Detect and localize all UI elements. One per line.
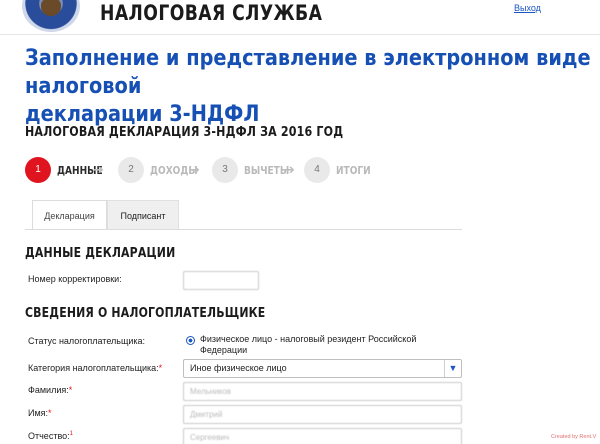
step-number: 2 (118, 157, 144, 183)
resident-radio-label: Физическое лицо - налоговый резидент Рос… (200, 334, 417, 355)
surname-label: Фамилия:* (28, 385, 73, 395)
taxpayer-category-value: Иное физическое лицо (190, 363, 287, 373)
taxpayer-status-label: Статус налогоплательщика: (28, 336, 146, 346)
credit-watermark: Created by Rent.V (551, 434, 597, 440)
name-label: Имя:* (28, 408, 52, 418)
logout-link[interactable]: Выход (514, 3, 541, 13)
site-title: НАЛОГОВАЯ СЛУЖБА (100, 1, 323, 25)
step-number: 3 (212, 157, 238, 183)
declaration-title: НАЛОГОВАЯ ДЕКЛАРАЦИЯ 3-НДФЛ ЗА 2016 ГОД (25, 124, 344, 140)
step-number: 1 (25, 157, 51, 183)
arrow-right-icon: ➔ (284, 162, 295, 177)
tab-declaration[interactable]: Декларация (32, 200, 107, 230)
name-input[interactable]: Дмитрий (183, 405, 462, 424)
step-number: 4 (304, 157, 330, 183)
surname-input[interactable]: Мельников (183, 382, 462, 401)
taxpayer-category-label: Категория налогоплательщика:* (28, 363, 163, 373)
section-declaration-data: ДАННЫЕ ДЕКЛАРАЦИИ (25, 246, 176, 261)
arrow-right-icon: ➔ (93, 162, 104, 177)
step-label: ИТОГИ (336, 164, 371, 177)
step-label: ВЫЧЕТЫ (244, 164, 290, 177)
taxpayer-category-select[interactable]: Иное физическое лицо ▼ (183, 359, 462, 378)
chevron-down-icon: ▼ (444, 360, 461, 377)
page-title: Заполнение и представление в электронном… (25, 45, 591, 127)
header-divider (0, 34, 600, 35)
patronymic-label: Отчество:1 (28, 431, 73, 441)
tax-service-emblem-icon (22, 0, 80, 32)
tabs-divider (25, 229, 462, 230)
patronymic-input[interactable]: Сергеевич (183, 428, 462, 444)
correction-number-label: Номер корректировки: (28, 274, 122, 284)
arrow-right-icon: ➔ (189, 162, 200, 177)
resident-radio[interactable] (186, 336, 195, 345)
tab-signatory[interactable]: Подписант (107, 200, 179, 230)
correction-number-input[interactable] (183, 271, 259, 290)
section-taxpayer-info: СВЕДЕНИЯ О НАЛОГОПЛАТЕЛЬЩИКЕ (25, 306, 266, 321)
